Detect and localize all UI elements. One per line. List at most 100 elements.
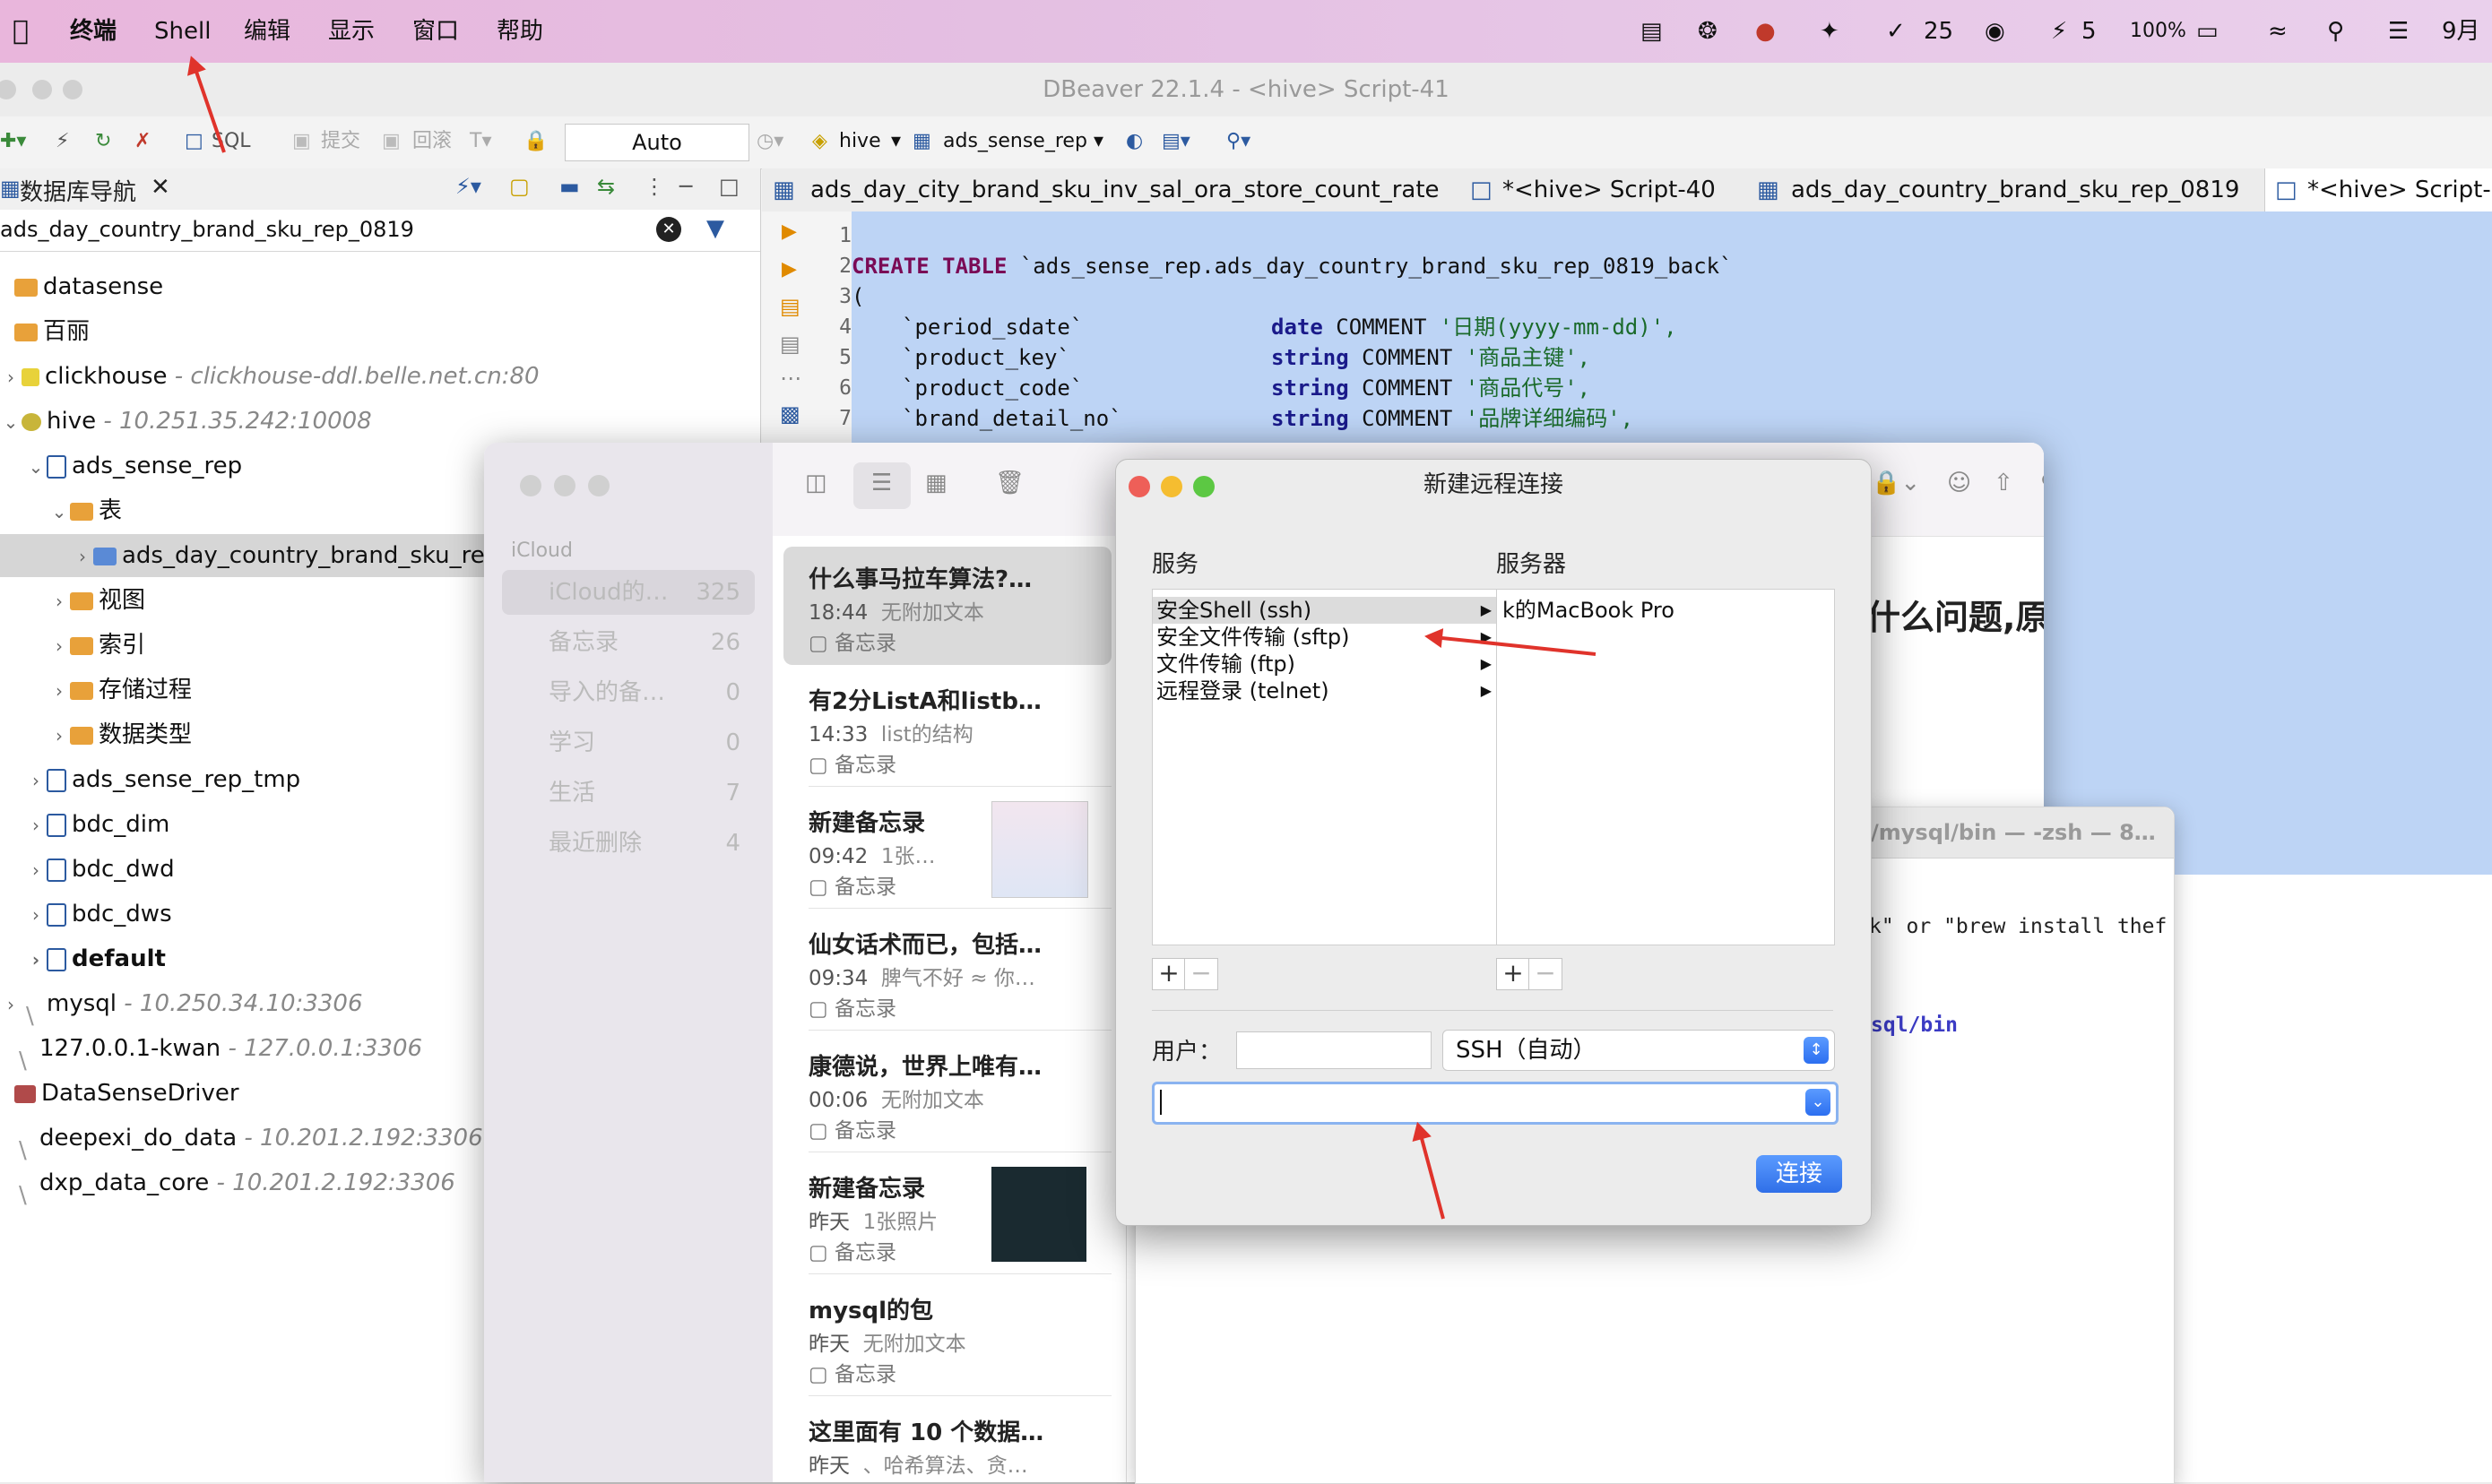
tray-recorder-icon[interactable]: ● <box>1755 0 1776 63</box>
chevron-down-icon[interactable]: ⌄ <box>0 401 22 444</box>
menu-help[interactable]: 帮助 <box>497 0 543 63</box>
tools-icon[interactable]: ▤▾ <box>1162 125 1190 158</box>
lock-icon[interactable]: 🔒 <box>523 125 548 158</box>
datasource-selector[interactable]: hive <box>839 125 881 158</box>
note-item[interactable]: 这里面有 10 个数据… 昨天 、哈希算法、贪… <box>783 1400 1112 1482</box>
menu-terminal[interactable]: 终端 <box>70 0 117 63</box>
menu-view[interactable]: 显示 <box>328 0 375 63</box>
chevron-right-icon[interactable]: › <box>0 983 22 1026</box>
clear-filter-icon[interactable]: ✕ <box>656 217 681 242</box>
chevron-right-icon[interactable]: › <box>48 669 70 712</box>
connect-button[interactable]: 连接 <box>1756 1155 1842 1193</box>
tray-aperture-icon[interactable]: ❂ <box>1698 0 1718 63</box>
folder-icloud-all[interactable]: iCloud的… 325 <box>502 570 755 615</box>
navigator-filter-input[interactable]: ads_day_country_brand_sku_rep_0819 <box>0 217 414 242</box>
chevron-right-icon[interactable]: › <box>25 938 47 981</box>
tree-item-clickhouse[interactable]: › clickhouse - clickhouse-ddl.belle.net.c… <box>0 355 540 398</box>
auto-commit-mode[interactable]: Auto <box>565 124 749 161</box>
new-connection-icon[interactable]: ✚▾ <box>0 125 26 158</box>
chevron-right-icon[interactable]: › <box>48 625 70 668</box>
navigator-tab[interactable]: 数据库导航 <box>20 174 136 207</box>
remove-service-button[interactable]: − <box>1184 958 1218 990</box>
notes-zoom-button[interactable] <box>588 475 610 496</box>
chevron-down-icon[interactable]: ⌄ <box>48 490 70 533</box>
note-item[interactable]: 康德说，世界上唯有… 00:06 无附加文本 ▢ 备忘录 <box>783 1034 1112 1152</box>
chevron-right-icon[interactable]: › <box>25 759 47 802</box>
tab-script-41[interactable]: *<hive> Script-41 <box>2307 168 2492 211</box>
history-icon[interactable]: ◷▾ <box>757 125 783 158</box>
tree-item-bdc-dws[interactable]: › bdc_dws <box>25 893 172 936</box>
transaction-mode-icon[interactable]: T▾ <box>470 125 491 158</box>
chevron-right-icon[interactable]: › <box>25 849 47 892</box>
tree-item-procedures[interactable]: › 存储过程 <box>48 669 192 712</box>
apple-icon[interactable]:  <box>13 0 29 63</box>
dialog-minimize-button[interactable] <box>1161 476 1182 497</box>
server-item[interactable]: k的MacBook Pro <box>1497 597 1674 624</box>
tray-app-icon[interactable]: ▤ <box>1640 0 1663 63</box>
window-minimize-button[interactable] <box>32 80 52 99</box>
rollback-button[interactable]: 回滚 <box>412 125 452 158</box>
note-item[interactable]: 有2分ListA和listb… 14:33 list的结构 ▢ 备忘录 <box>783 669 1112 787</box>
chevron-right-icon[interactable]: › <box>48 714 70 757</box>
service-ftp[interactable]: 文件传输 (ftp) ▶ <box>1153 651 1497 677</box>
folder-imported[interactable]: 导入的备… 0 <box>502 670 755 715</box>
chevron-right-icon[interactable]: › <box>72 535 93 578</box>
tray-check-icon[interactable]: ✓ <box>1886 0 1906 63</box>
tree-item-localhost-kwan[interactable]: ∖ 127.0.0.1-kwan - 127.0.0.1:3306 <box>0 1027 422 1075</box>
lock-note-icon[interactable]: 🔒⌄ <box>1872 470 1920 496</box>
window-close-button[interactable] <box>0 80 16 99</box>
dashboard-icon[interactable]: ◐ <box>1126 125 1143 158</box>
tab-script-40[interactable]: *<hive> Script-40 <box>1502 168 1716 211</box>
execute-statement-icon[interactable]: ▶ <box>782 220 797 243</box>
tray-pin-icon[interactable]: ✦ <box>1820 0 1839 63</box>
note-item[interactable]: 什么事马拉车算法?… 18:44 无附加文本 ▢ 备忘录 <box>783 547 1112 665</box>
menu-edit[interactable]: 编辑 <box>244 0 290 63</box>
tree-item-views[interactable]: › 视图 <box>48 579 145 622</box>
tree-item-datasense[interactable]: datasense <box>0 265 163 308</box>
execute-new-tab-icon[interactable]: ▶ <box>782 258 797 280</box>
minimize-panel-icon[interactable]: ─ <box>679 174 692 199</box>
more-options-icon[interactable]: ⋮ <box>644 174 665 199</box>
chevron-right-icon[interactable]: › <box>0 356 22 399</box>
chevron-down-icon[interactable]: ⌄ <box>25 445 47 488</box>
search-toolbar-icon[interactable]: ⚲▾ <box>1226 125 1250 158</box>
notes-minimize-button[interactable] <box>554 475 575 496</box>
tree-item-ads-sense-rep-tmp[interactable]: › ads_sense_rep_tmp <box>25 758 300 801</box>
disconnect-icon[interactable]: ✗ <box>134 125 151 158</box>
search-icon[interactable]: ⚲ <box>2327 0 2344 63</box>
tree-item-default[interactable]: › default <box>25 937 166 980</box>
tab-country-brand-table[interactable]: ads_day_country_brand_sku_rep_0819 <box>1791 168 2239 211</box>
chevron-right-icon[interactable]: › <box>25 893 47 936</box>
menu-shell[interactable]: Shell <box>154 0 211 63</box>
folder-study[interactable]: 学习 0 <box>502 720 755 765</box>
tree-item-tables[interactable]: ⌄ 表 <box>48 489 122 532</box>
folder-notes[interactable]: 备忘录 26 <box>502 620 755 665</box>
tree-item-datatypes[interactable]: › 数据类型 <box>48 713 192 756</box>
tray-wechat-icon[interactable]: ◉ <box>1985 0 2005 63</box>
add-server-button[interactable]: + <box>1496 958 1530 990</box>
sql-editor-icon[interactable]: □ <box>185 125 203 158</box>
server-address-combobox[interactable]: ⌄ <box>1152 1082 1839 1125</box>
tray-bolt-icon[interactable]: ⚡ <box>2051 0 2067 63</box>
collaborate-icon[interactable]: ☺ <box>1947 470 1971 496</box>
folder-recently-deleted[interactable]: 最近删除 4 <box>502 821 755 866</box>
note-item[interactable]: 新建备忘录 09:42 1张… ▢ 备忘录 <box>783 790 1112 909</box>
share-icon[interactable]: ⇧ <box>1994 470 2013 496</box>
collapse-all-icon[interactable]: ▬ <box>559 174 580 199</box>
link-editor-icon[interactable]: ⇆ <box>597 174 615 199</box>
battery-icon[interactable]: ▭ <box>2196 0 2219 63</box>
tree-item-ads-sense-rep[interactable]: ⌄ ads_sense_rep <box>25 444 243 488</box>
service-ssh[interactable]: 安全Shell (ssh) ▶ <box>1153 597 1497 624</box>
window-zoom-button[interactable] <box>63 80 82 99</box>
trash-icon[interactable]: 🗑 <box>995 470 1025 496</box>
remove-server-button[interactable]: − <box>1528 958 1562 990</box>
tree-item-bdc-dwd[interactable]: › bdc_dwd <box>25 848 175 891</box>
chevron-right-icon[interactable]: › <box>48 580 70 623</box>
protocol-select[interactable]: SSH（自动） ↕ <box>1442 1030 1835 1071</box>
wifi-icon[interactable]: ≈ <box>2268 0 2288 63</box>
tree-item-bdc-dim[interactable]: › bdc_dim <box>25 803 169 846</box>
schema-selector[interactable]: ads_sense_rep <box>943 125 1087 158</box>
user-input[interactable] <box>1236 1031 1432 1069</box>
notes-close-button[interactable] <box>520 475 541 496</box>
gallery-view-icon[interactable]: ▦ <box>925 470 947 496</box>
